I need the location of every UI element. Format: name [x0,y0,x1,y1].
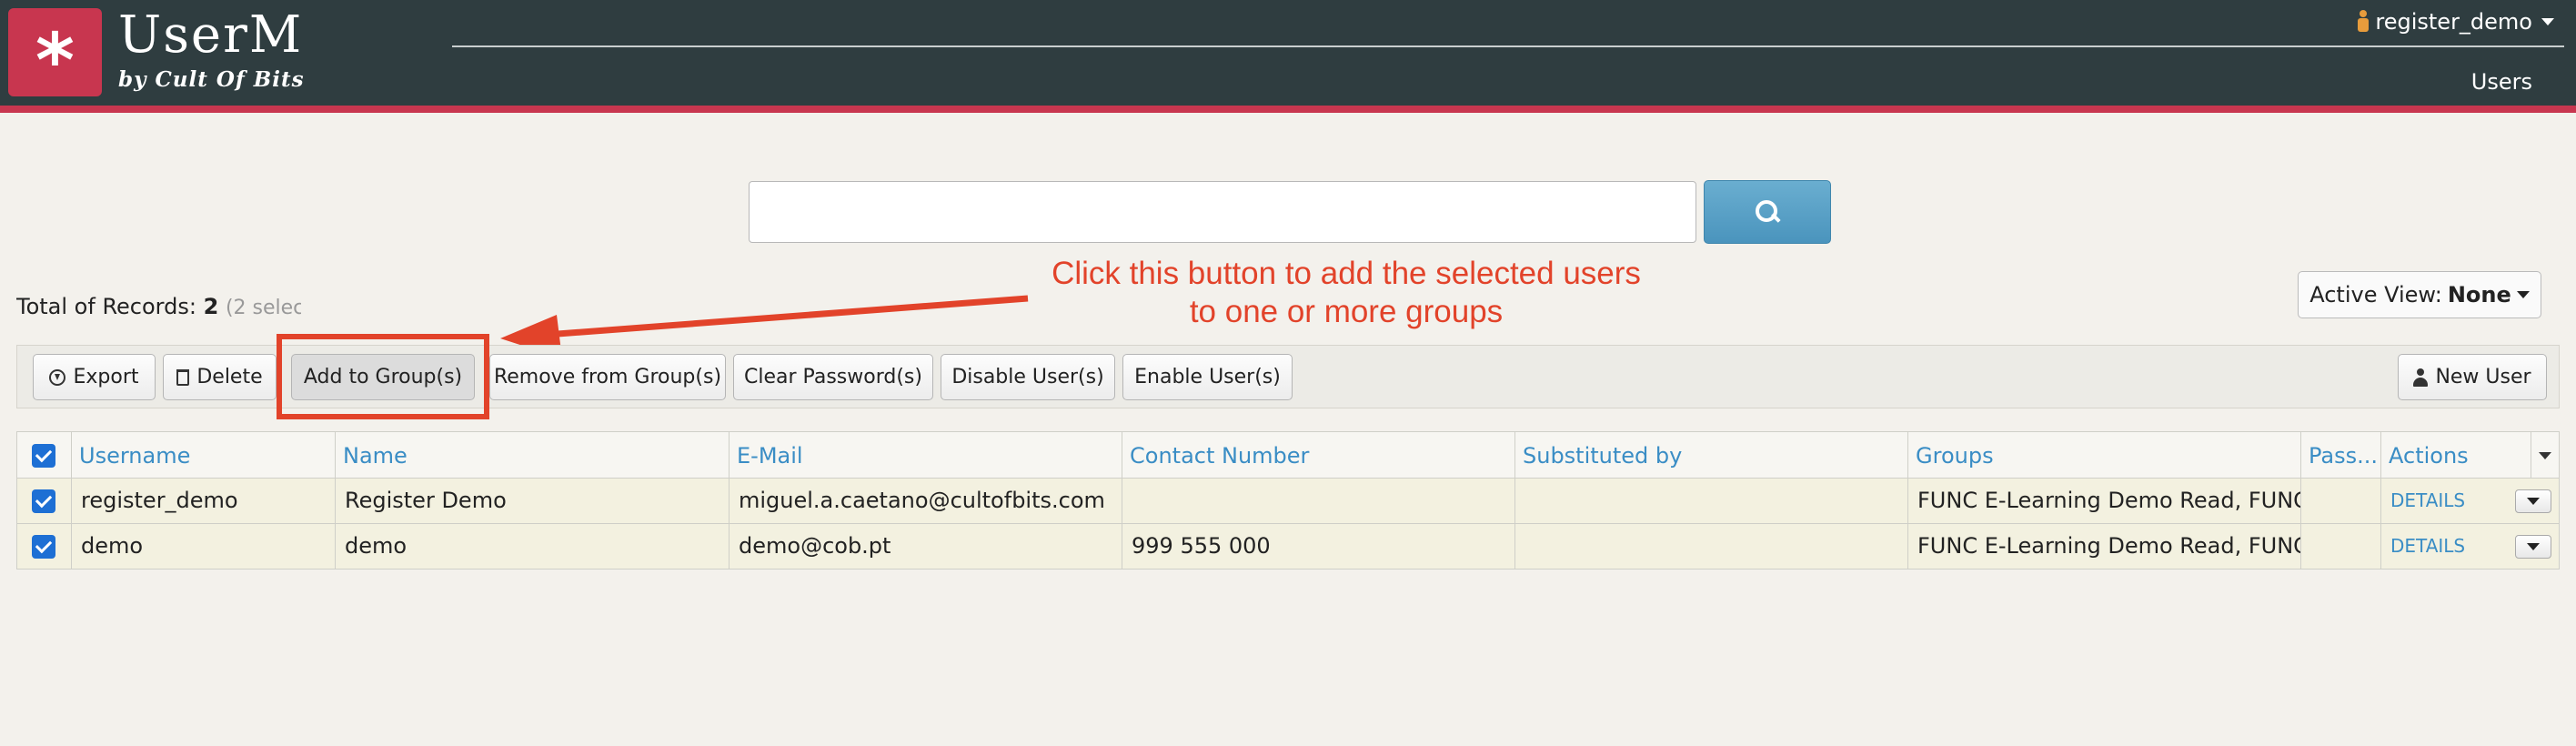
total-records: Total of Records: 2 (2 selected) [16,294,301,319]
row-select-cell [17,524,72,570]
brand-title: UserM [118,5,304,65]
cell-password [2301,479,2381,524]
trash-icon [176,368,190,386]
column-header-groups[interactable]: Groups [1908,432,2301,479]
cell-username: demo [72,524,336,570]
table-header: Username Name E-Mail Contact Number Subs… [16,431,2560,479]
user-menu-label: register_demo [2375,9,2532,35]
column-header-username[interactable]: Username [72,432,336,479]
download-icon [49,368,66,386]
cell-email: demo@cob.pt [730,524,1122,570]
column-header-name[interactable]: Name [336,432,730,479]
enable-users-label: Enable User(s) [1134,366,1281,388]
cell-username: register_demo [72,479,336,524]
cell-name: demo [336,524,730,570]
user-menu[interactable]: register_demo [2357,9,2554,35]
app-logo[interactable]: * [8,8,102,105]
cell-contact [1122,479,1515,524]
brand-subtitle: by Cult Of Bits [118,67,305,92]
row-select-cell [17,479,72,524]
cell-groups: FUNC E-Learning Demo Read, FUNC ... [1908,524,2301,570]
delete-button[interactable]: Delete [163,354,277,400]
user-icon [2413,368,2429,387]
asterisk-icon: * [35,17,75,105]
active-view-value: None [2447,282,2511,307]
export-label: Export [73,366,139,388]
annotation-callout: Click this button to add the selected us… [1001,255,1692,331]
clear-password-label: Clear Password(s) [744,366,922,388]
annotation-line-1: Click this button to add the selected us… [1052,256,1641,291]
person-icon [2357,10,2370,34]
chevron-down-icon [2541,18,2554,25]
select-all-checkbox[interactable] [32,444,55,468]
top-navbar [0,0,2576,106]
nav-link-users[interactable]: Users [2471,69,2532,95]
remove-from-groups-button[interactable]: Remove from Group(s) [489,354,726,400]
remove-from-groups-label: Remove from Group(s) [493,366,722,388]
details-link[interactable]: DETAILS [2390,535,2465,557]
cell-email: miguel.a.caetano@cultofbits.com [730,479,1122,524]
navbar-accent-stripe [0,106,2576,113]
records-selected: (2 selected) [225,297,301,319]
select-all-cell [17,432,72,479]
column-header-email[interactable]: E-Mail [730,432,1122,479]
cell-substituted-by [1515,524,1908,570]
new-user-label: New User [2435,366,2531,388]
columns-menu-cell[interactable] [2531,432,2561,479]
row-checkbox[interactable] [32,489,55,513]
row-actions-dropdown[interactable] [2515,535,2551,559]
annotation-highlight-box [277,334,489,419]
row-actions-dropdown[interactable] [2515,489,2551,513]
cell-password [2301,524,2381,570]
chevron-down-icon [2527,543,2540,550]
arrow-shaft [545,295,1029,338]
column-header-contact[interactable]: Contact Number [1122,432,1515,479]
search-input[interactable] [749,181,1696,243]
records-label: Total of Records: [16,294,196,319]
active-view-dropdown[interactable]: Active View: None [2298,271,2541,318]
disable-users-label: Disable User(s) [951,366,1104,388]
new-user-button[interactable]: New User [2398,354,2547,400]
export-button[interactable]: Export [33,354,156,400]
details-link[interactable]: DETAILS [2390,489,2465,511]
chevron-down-icon [2516,291,2530,298]
cell-name: Register Demo [336,479,730,524]
table-row[interactable]: demo demo demo@cob.pt 999 555 000 FUNC E… [16,524,2560,570]
cell-substituted-by [1515,479,1908,524]
table-row[interactable]: register_demo Register Demo miguel.a.cae… [16,479,2560,524]
chevron-down-icon [2539,452,2551,459]
search-icon [1756,200,1779,224]
clear-password-button[interactable]: Clear Password(s) [733,354,933,400]
row-checkbox[interactable] [32,535,55,559]
column-header-substituted-by[interactable]: Substituted by [1515,432,1908,479]
active-view-label: Active View: [2309,282,2442,307]
chevron-down-icon [2527,498,2540,505]
records-count: 2 [203,294,219,319]
delete-label: Delete [196,366,263,388]
disable-users-button[interactable]: Disable User(s) [941,354,1115,400]
enable-users-button[interactable]: Enable User(s) [1122,354,1293,400]
column-header-password[interactable]: Pass... [2301,432,2381,479]
cell-groups: FUNC E-Learning Demo Read, FUNC ... [1908,479,2301,524]
column-header-actions: Actions [2381,432,2531,479]
annotation-line-2: to one or more groups [1189,294,1504,329]
header-divider [452,45,2564,47]
cell-contact: 999 555 000 [1122,524,1515,570]
search-button[interactable] [1704,180,1831,244]
